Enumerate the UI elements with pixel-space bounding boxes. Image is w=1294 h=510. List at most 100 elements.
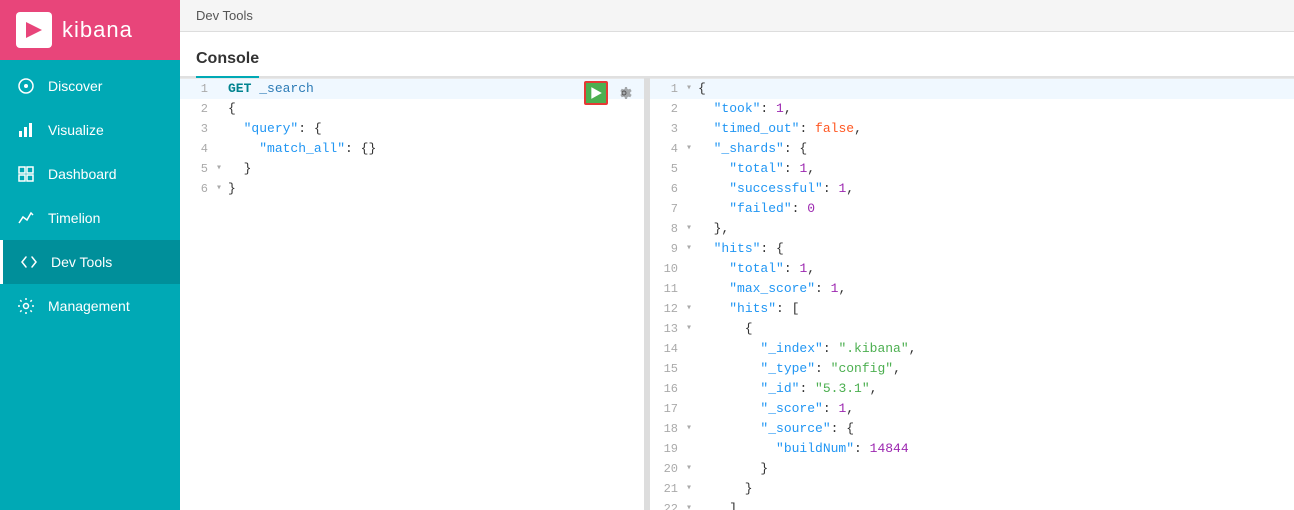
rfold-18[interactable]: ▾ — [686, 419, 698, 439]
rcode-13: { — [698, 319, 753, 339]
rfold-1[interactable]: ▾ — [686, 79, 698, 99]
result-line-3: 3 "timed_out": false, — [650, 119, 1294, 139]
rfold-9[interactable]: ▾ — [686, 239, 698, 259]
editor-line-4: 4 "match_all": {} — [180, 139, 644, 159]
visualize-icon — [16, 120, 36, 140]
editor-line-5: 5 ▾ } — [180, 159, 644, 179]
rline-num-9: 9 — [650, 239, 686, 259]
rcode-17: "_score": 1, — [698, 399, 854, 419]
rline-num-15: 15 — [650, 359, 686, 379]
rfold-12[interactable]: ▾ — [686, 299, 698, 319]
rline-num-19: 19 — [650, 439, 686, 459]
result-line-22: 22 ▾ ] — [650, 499, 1294, 510]
result-line-19: 19 "buildNum": 14844 — [650, 439, 1294, 459]
sidebar-item-label-devtools: Dev Tools — [51, 254, 112, 270]
rfold-13[interactable]: ▾ — [686, 319, 698, 339]
rline-num-11: 11 — [650, 279, 686, 299]
rline-num-17: 17 — [650, 399, 686, 419]
sidebar-item-devtools[interactable]: Dev Tools — [0, 240, 180, 284]
rline-num-18: 18 — [650, 419, 686, 439]
code-content-1: GET _search — [228, 79, 314, 99]
run-button[interactable] — [584, 81, 608, 105]
rfold-8[interactable]: ▾ — [686, 219, 698, 239]
line-num-5: 5 — [180, 159, 216, 179]
rline-num-3: 3 — [650, 119, 686, 139]
result-line-14: 14 "_index": ".kibana", — [650, 339, 1294, 359]
editor-line-6: 6 ▾ } — [180, 179, 644, 199]
sidebar-item-dashboard[interactable]: Dashboard — [0, 152, 180, 196]
rline-num-10: 10 — [650, 259, 686, 279]
rcode-1: { — [698, 79, 706, 99]
management-icon — [16, 296, 36, 316]
rcode-6: "successful": 1, — [698, 179, 854, 199]
result-line-17: 17 "_score": 1, — [650, 399, 1294, 419]
rline-num-21: 21 — [650, 479, 686, 499]
result-line-15: 15 "_type": "config", — [650, 359, 1294, 379]
devtools-icon — [19, 252, 39, 272]
dashboard-icon — [16, 164, 36, 184]
rcode-14: "_index": ".kibana", — [698, 339, 916, 359]
rcode-3: "timed_out": false, — [698, 119, 862, 139]
logo-text: kibana — [62, 17, 133, 43]
sidebar-item-discover[interactable]: Discover — [0, 64, 180, 108]
sidebar-item-label-dashboard: Dashboard — [48, 166, 117, 182]
rcode-19: "buildNum": 14844 — [698, 439, 909, 459]
rcode-16: "_id": "5.3.1", — [698, 379, 877, 399]
code-content-5: } — [228, 159, 251, 179]
result-line-10: 10 "total": 1, — [650, 259, 1294, 279]
console-header: Console — [180, 32, 1294, 78]
result-line-20: 20 ▾ } — [650, 459, 1294, 479]
rfold-4[interactable]: ▾ — [686, 139, 698, 159]
result-line-6: 6 "successful": 1, — [650, 179, 1294, 199]
line-num-6: 6 — [180, 179, 216, 199]
line-num-1: 1 — [180, 79, 216, 99]
code-content-3: "query": { — [228, 119, 322, 139]
editor-line-1: 1 GET _search — [180, 78, 644, 99]
line-num-4: 4 — [180, 139, 216, 159]
rcode-8: }, — [698, 219, 729, 239]
left-editor-panel: 1 GET _search 2 — [180, 78, 650, 510]
rline-num-5: 5 — [650, 159, 686, 179]
sidebar-item-visualize[interactable]: Visualize — [0, 108, 180, 152]
sidebar-item-label-discover: Discover — [48, 78, 102, 94]
line-num-2: 2 — [180, 99, 216, 119]
rcode-10: "total": 1, — [698, 259, 815, 279]
console-tab[interactable]: Console — [196, 50, 259, 78]
sidebar: kibana Discover Visualize — [0, 0, 180, 510]
rline-num-4: 4 — [650, 139, 686, 159]
rcode-7: "failed": 0 — [698, 199, 815, 219]
rfold-21[interactable]: ▾ — [686, 479, 698, 499]
result-line-8: 8 ▾ }, — [650, 219, 1294, 239]
rfold-22[interactable]: ▾ — [686, 499, 698, 510]
sidebar-item-timelion[interactable]: Timelion — [0, 196, 180, 240]
rcode-20: } — [698, 459, 768, 479]
rline-num-20: 20 — [650, 459, 686, 479]
sidebar-item-management[interactable]: Management — [0, 284, 180, 328]
rcode-11: "max_score": 1, — [698, 279, 846, 299]
rcode-22: ] — [698, 499, 737, 510]
settings-button[interactable] — [612, 81, 636, 105]
rcode-5: "total": 1, — [698, 159, 815, 179]
rline-num-12: 12 — [650, 299, 686, 319]
result-line-1: 1 ▾ { — [650, 78, 1294, 99]
fold-6[interactable]: ▾ — [216, 179, 228, 199]
right-editor-panel: 1 ▾ { 2 "took": 1, 3 "timed_out": false,… — [650, 78, 1294, 510]
code-content-4: "match_all": {} — [228, 139, 376, 159]
result-line-18: 18 ▾ "_source": { — [650, 419, 1294, 439]
sidebar-item-label-management: Management — [48, 298, 130, 314]
code-content-6: } — [228, 179, 236, 199]
fold-5[interactable]: ▾ — [216, 159, 228, 179]
result-line-21: 21 ▾ } — [650, 479, 1294, 499]
result-line-4: 4 ▾ "_shards": { — [650, 139, 1294, 159]
result-line-12: 12 ▾ "hits": [ — [650, 299, 1294, 319]
rline-num-13: 13 — [650, 319, 686, 339]
result-line-7: 7 "failed": 0 — [650, 199, 1294, 219]
rcode-21: } — [698, 479, 753, 499]
top-bar-title: Dev Tools — [196, 8, 253, 23]
result-line-16: 16 "_id": "5.3.1", — [650, 379, 1294, 399]
editor-line-2: 2 { — [180, 99, 644, 119]
rcode-12: "hits": [ — [698, 299, 799, 319]
editor-area: 1 GET _search 2 — [180, 78, 1294, 510]
rline-num-8: 8 — [650, 219, 686, 239]
rfold-20[interactable]: ▾ — [686, 459, 698, 479]
